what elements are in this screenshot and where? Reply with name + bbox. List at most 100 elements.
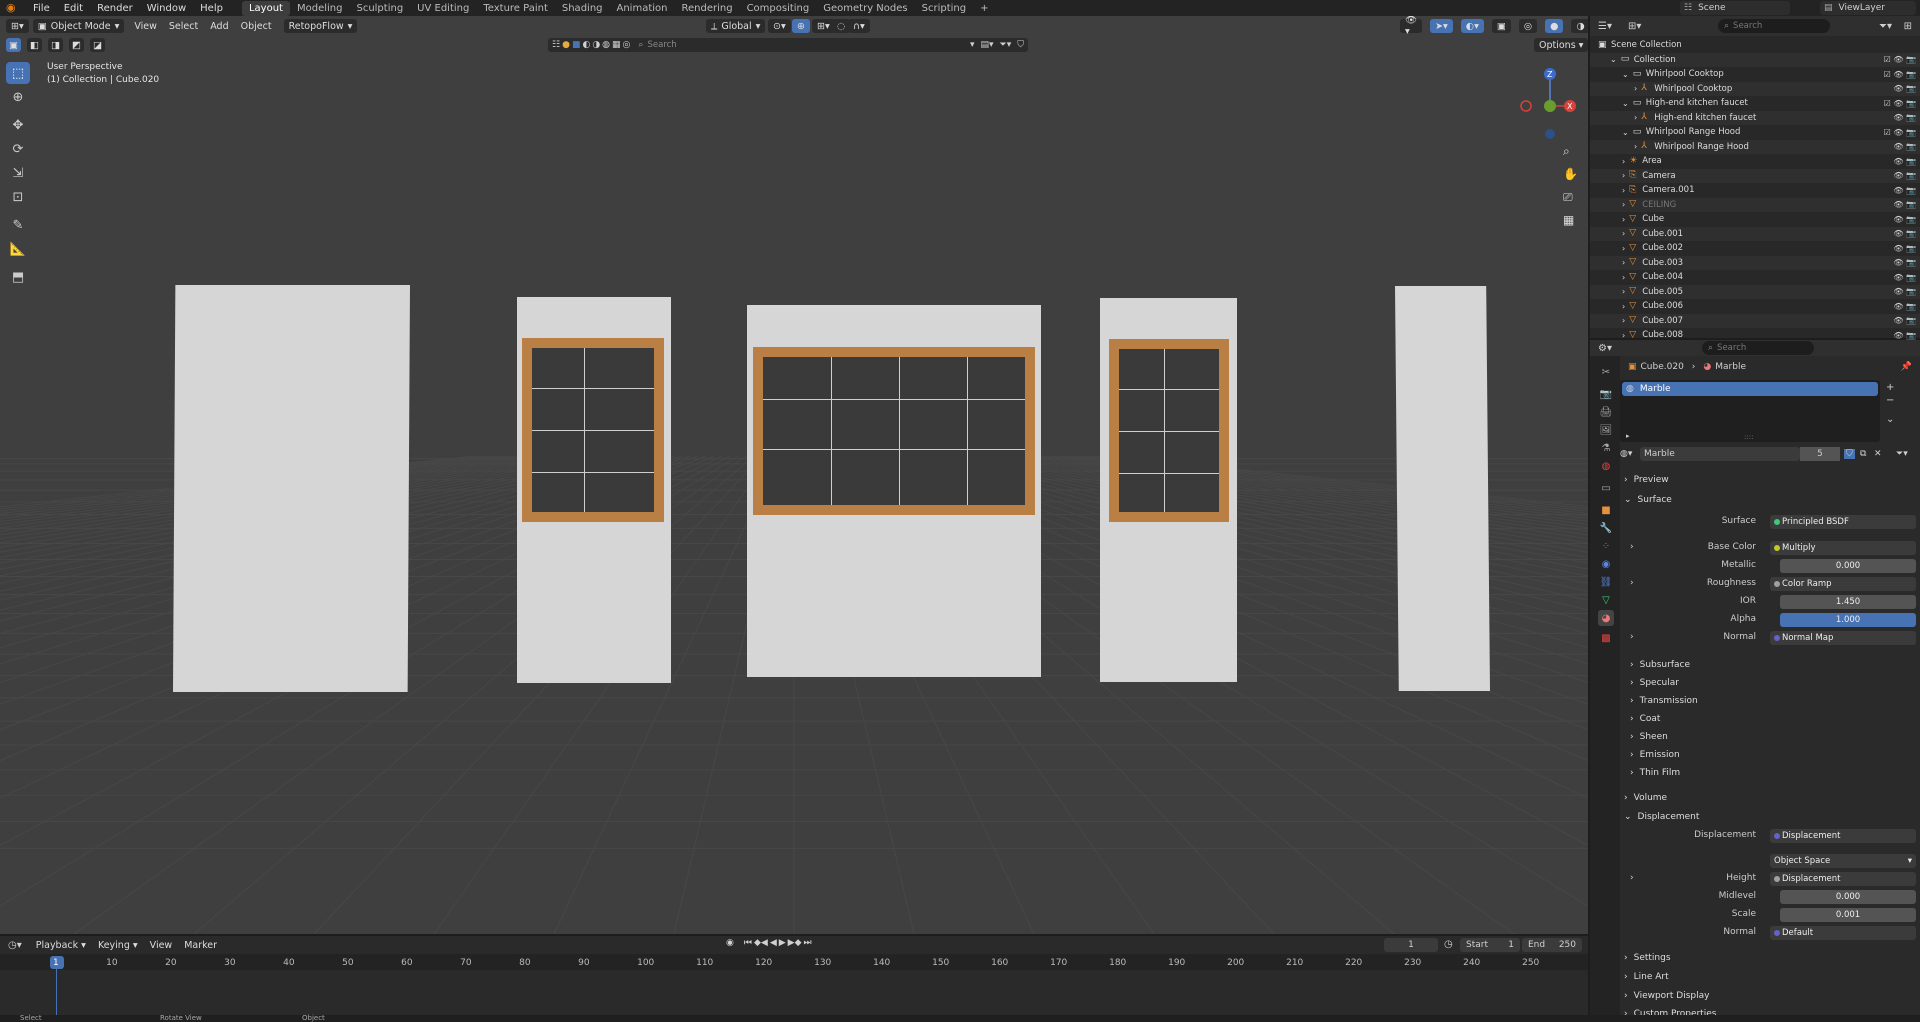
disclosure-chevron-icon[interactable]: ⌄ <box>1622 128 1629 137</box>
move-tool-icon[interactable]: ✥ <box>6 114 30 136</box>
disclosure-chevron-icon[interactable]: ⌄ <box>1622 99 1629 108</box>
outliner-row[interactable]: › ▽ Cube.001 👁 📷 <box>1590 226 1920 241</box>
outliner-row[interactable]: › ▽ Cube.005 👁 📷 <box>1590 284 1920 299</box>
output-tab-icon[interactable]: 🖨 <box>1598 404 1614 420</box>
visibility-dropdown[interactable]: 👁▾ <box>1400 16 1423 37</box>
section-subsurface[interactable]: › Subsurface <box>1630 657 1920 673</box>
displacement-normal-field[interactable]: Default <box>1770 926 1916 940</box>
select-new-icon[interactable]: ▣ <box>6 38 21 52</box>
section-settings[interactable]: › Settings <box>1624 950 1914 966</box>
outliner-row[interactable]: ⌄ ▭ Collection ☑ 👁 📷 <box>1590 52 1920 67</box>
gizmo-toggle[interactable]: ➤▾ <box>1430 19 1453 33</box>
visibility-toggles[interactable]: ☑ 👁 📷 <box>1884 99 1916 108</box>
menu-add[interactable]: Add <box>204 21 234 32</box>
outliner-row[interactable]: › ▽ Cube.003 👁 📷 <box>1590 255 1920 270</box>
menu-playback[interactable]: Playback ▾ <box>30 940 92 951</box>
transform-orientation-dropdown[interactable]: ⟂ Global ▾ <box>706 19 766 33</box>
clock-icon[interactable]: ◷ <box>1444 939 1453 950</box>
select-box-icon[interactable]: ■ <box>572 40 581 50</box>
end-frame-field[interactable]: End 250 <box>1522 938 1582 952</box>
section-preview[interactable]: › Preview <box>1624 472 1914 488</box>
tab-scripting[interactable]: Scripting <box>915 1 973 16</box>
navigation-gizmo[interactable]: Z X <box>1518 60 1582 144</box>
outliner-row[interactable]: › ▽ Cube.006 👁 📷 <box>1590 299 1920 314</box>
material-name-field[interactable]: Marble <box>1640 447 1800 461</box>
visibility-toggles[interactable]: 👁 📷 <box>1893 113 1916 122</box>
displacement-field[interactable]: Displacement <box>1770 829 1916 843</box>
menu-keying[interactable]: Keying ▾ <box>92 940 144 951</box>
view-layer-selector[interactable]: ▤ ViewLayer <box>1820 1 1916 15</box>
world-icon[interactable]: ◎ <box>623 40 631 50</box>
overlays-toggle[interactable]: ◐▾ <box>1460 19 1484 33</box>
prev-keyframe-icon[interactable]: ◆◀ <box>754 938 768 948</box>
scale-tool-icon[interactable]: ⇲ <box>6 162 30 184</box>
menu-window[interactable]: Window <box>140 3 193 14</box>
blender-logo-icon[interactable]: ◉ <box>6 2 20 14</box>
outliner-row[interactable]: › ⎘ Camera 👁 📷 <box>1590 168 1920 183</box>
section-sheen[interactable]: › Sheen <box>1630 729 1920 745</box>
ior-slider[interactable]: 1.450 <box>1780 595 1916 609</box>
disclosure-chevron-icon[interactable]: › <box>1622 258 1625 267</box>
disclosure-chevron-icon[interactable]: › <box>1622 157 1625 166</box>
outliner-row[interactable]: › ▽ Cube 👁 📷 <box>1590 212 1920 227</box>
filter-icon[interactable]: ⏷▾ <box>1000 40 1012 50</box>
visibility-toggles[interactable]: 👁 📷 <box>1893 186 1916 195</box>
section-transmission[interactable]: › Transmission <box>1630 693 1920 709</box>
shading-sphere-icon[interactable]: ◐ <box>582 40 590 50</box>
camera-view-icon[interactable]: ⎚ <box>1563 190 1573 205</box>
transform-tool-icon[interactable]: ⊡ <box>6 186 30 208</box>
current-frame-field[interactable]: 1 <box>1384 938 1438 952</box>
add-workspace-button[interactable]: + <box>973 1 995 16</box>
disclosure-chevron-icon[interactable]: › <box>1622 316 1625 325</box>
section-emission[interactable]: › Emission <box>1630 747 1920 763</box>
record-icon[interactable]: ◉ <box>726 938 734 948</box>
duplicate-icon[interactable]: ⧉ <box>1860 449 1866 459</box>
disclosure-chevron-icon[interactable]: › <box>1622 331 1625 340</box>
section-thin-film[interactable]: › Thin Film <box>1630 765 1920 781</box>
metallic-slider[interactable]: 0.000 <box>1780 559 1916 573</box>
tool-tab-icon[interactable]: ✂ <box>1598 364 1614 380</box>
outliner-row[interactable]: › ▽ Cube.002 👁 📷 <box>1590 241 1920 256</box>
tab-sculpting[interactable]: Sculpting <box>349 1 410 16</box>
normal-field[interactable]: Normal Map <box>1770 631 1916 645</box>
roughness-field[interactable]: Color Ramp <box>1770 577 1916 591</box>
remove-slot-icon[interactable]: − <box>1886 395 1894 406</box>
section-viewport-display[interactable]: › Viewport Display <box>1624 988 1914 1004</box>
disclosure-chevron-icon[interactable]: › <box>1622 229 1625 238</box>
disclosure-chevron-icon[interactable]: › <box>1622 186 1625 195</box>
expand-base-color-icon[interactable]: › <box>1630 542 1634 552</box>
outliner-row[interactable]: › ⎘ Camera.001 👁 📷 <box>1590 183 1920 198</box>
constraints-tab-icon[interactable]: ⛓ <box>1598 574 1614 590</box>
visibility-toggles[interactable]: ☑ 👁 📷 <box>1884 128 1916 137</box>
select-invert-icon[interactable]: ◩ <box>68 38 84 52</box>
retopoflow-menu[interactable]: RetopoFlow ▾ <box>283 19 358 33</box>
menu-view[interactable]: View <box>128 21 163 32</box>
editor-type-button[interactable]: ⊞▾ <box>6 19 29 33</box>
visibility-toggles[interactable]: 👁 📷 <box>1893 316 1916 325</box>
menu-render[interactable]: Render <box>90 3 140 14</box>
visibility-toggles[interactable]: 👁 📷 <box>1893 200 1916 209</box>
visibility-toggles[interactable]: 👁 📷 <box>1893 229 1916 238</box>
tab-texture-paint[interactable]: Texture Paint <box>476 1 555 16</box>
annotate-tool-icon[interactable]: ✎ <box>6 214 30 236</box>
window-frame-left[interactable] <box>522 338 664 522</box>
texture-tab-icon[interactable]: ▩ <box>1598 630 1614 646</box>
shading-wireframe-button[interactable]: ◎ <box>1518 19 1538 33</box>
tab-shading[interactable]: Shading <box>555 1 610 16</box>
layout-icon[interactable]: ▤▾ <box>980 40 993 50</box>
outliner-row[interactable]: › ▽ Cube.007 👁 📷 <box>1590 313 1920 328</box>
properties-editor-icon[interactable]: ⚙▾ <box>1598 343 1612 354</box>
menu-timeline-view[interactable]: View <box>144 940 179 951</box>
menu-file[interactable]: File <box>26 3 57 14</box>
view-layer-tab-icon[interactable]: 🖼 <box>1598 422 1614 438</box>
menu-edit[interactable]: Edit <box>57 3 90 14</box>
visibility-toggles[interactable]: 👁 📷 <box>1893 244 1916 253</box>
wall-panel-right[interactable] <box>1395 286 1490 691</box>
outliner-row[interactable]: › ⅄ Whirlpool Cooktop 👁 📷 <box>1590 81 1920 96</box>
properties-search-field[interactable]: ⌕ Search <box>1702 341 1814 355</box>
disclosure-chevron-icon[interactable]: ⌄ <box>1610 55 1617 64</box>
disclosure-chevron-icon[interactable]: › <box>1622 273 1625 282</box>
add-cube-tool-icon[interactable]: ⬒ <box>6 266 30 288</box>
outliner-row[interactable]: › ▽ Cube.004 👁 📷 <box>1590 270 1920 285</box>
disclosure-chevron-icon[interactable]: › <box>1622 244 1625 253</box>
